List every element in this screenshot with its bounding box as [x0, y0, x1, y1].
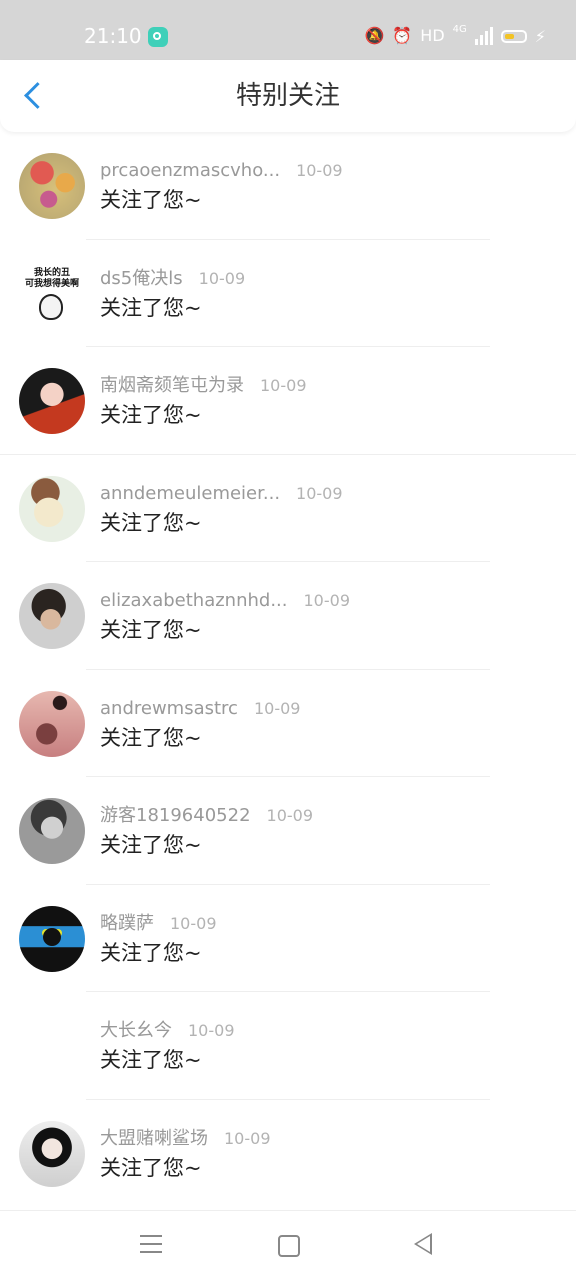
avatar[interactable] [19, 690, 85, 757]
message-text: 关注了您~ [100, 618, 202, 642]
avatar[interactable] [19, 905, 85, 972]
message-text: 关注了您~ [100, 940, 202, 965]
charging-icon: ⚡ [534, 26, 546, 46]
signal-4g-icon: 4G [452, 24, 467, 35]
username[interactable]: 南烟斋颏笔屯为录 [100, 374, 244, 398]
list-item[interactable]: prcaoenzmascvho... 10-09 关注了您~ [0, 132, 576, 240]
list-item[interactable]: 大盟赌喇鲨场 10-09 关注了您~ [0, 1100, 576, 1208]
timestamp: 10-09 [260, 376, 307, 395]
message-text: 关注了您~ [100, 1048, 202, 1072]
meme-face-icon [39, 293, 63, 320]
page-title: 特别关注 [235, 81, 340, 111]
list-item[interactable]: 我长的丑 可我想得美啊 ds5俺决ls 10-09 关注了您~ [0, 240, 576, 347]
mute-vibrate-icon: 🔕 [364, 26, 385, 45]
timestamp: 10-09 [296, 483, 343, 503]
menu-icon[interactable] [140, 1235, 162, 1253]
follow-list: prcaoenzmascvho... 10-09 关注了您~ 我长的丑 可我想得美啊… [0, 132, 576, 1207]
timestamp: 10-09 [170, 913, 217, 933]
message-text: 关注了您~ [100, 188, 202, 212]
message-text: 关注了您~ [100, 510, 202, 535]
chat-bubble-icon [148, 27, 168, 47]
timestamp: 10-09 [188, 1021, 235, 1040]
avatar[interactable] [19, 368, 85, 434]
timestamp: 10-09 [303, 591, 351, 610]
back-triangle-icon[interactable] [414, 1233, 434, 1255]
avatar[interactable] [19, 583, 85, 649]
avatar[interactable]: 我长的丑 可我想得美啊 [19, 260, 85, 327]
username[interactable]: ds5俺决ls [100, 267, 183, 291]
list-item[interactable]: 南烟斋颏笔屯为录 10-09 关注了您~ [0, 347, 576, 455]
status-time: 21:10 [84, 24, 142, 48]
username[interactable]: 大长幺今 [100, 1019, 172, 1043]
list-item[interactable]: 大长幺今 10-09 关注了您~ [0, 992, 576, 1100]
alarm-icon: ⏰ [392, 26, 413, 45]
username[interactable]: prcaoenzmascvho... [100, 159, 280, 183]
timestamp: 10-09 [198, 268, 246, 288]
battery-icon [500, 29, 527, 43]
message-text: 关注了您~ [100, 295, 202, 320]
avatar[interactable] [19, 475, 85, 542]
avatar-meme-text: 我长的丑 可我想得美啊 [24, 267, 79, 289]
username[interactable]: andrewmsastrc [100, 697, 238, 721]
avatar[interactable] [19, 798, 85, 864]
navigation-bar [0, 1210, 576, 1281]
message-text: 关注了您~ [100, 725, 202, 750]
timestamp: 10-09 [224, 1128, 271, 1148]
username[interactable]: 大盟赌喇鲨场 [100, 1127, 208, 1151]
message-text: 关注了您~ [100, 1155, 202, 1180]
timestamp: 10-09 [266, 806, 314, 825]
message-text: 关注了您~ [100, 403, 202, 427]
list-item[interactable]: 游客1819640522 10-09 关注了您~ [0, 777, 576, 885]
status-bar: 21:10 🔕 ⏰ HD 4G ⚡ [0, 0, 576, 60]
timestamp: 10-09 [253, 698, 301, 718]
list-item[interactable]: elizaxabethaznnhd... 10-09 关注了您~ [0, 562, 576, 670]
list-item[interactable]: 略蹼萨 10-09 关注了您~ [0, 885, 576, 992]
hd-icon: HD [420, 26, 445, 45]
username[interactable]: anndemeulemeier... [100, 482, 280, 506]
avatar[interactable] [19, 153, 85, 219]
signal-bars-icon [474, 27, 493, 45]
username[interactable]: 略蹼萨 [100, 912, 154, 936]
timestamp: 10-09 [296, 161, 343, 180]
list-item[interactable]: andrewmsastrc 10-09 关注了您~ [0, 670, 576, 777]
home-icon[interactable] [278, 1235, 300, 1257]
status-icons: 🔕 ⏰ HD 4G ⚡ [364, 24, 546, 48]
username[interactable]: 游客1819640522 [100, 804, 251, 828]
avatar[interactable] [19, 1120, 85, 1187]
message-text: 关注了您~ [100, 833, 202, 857]
header: 特别关注 [0, 60, 576, 132]
list-item[interactable]: anndemeulemeier... 10-09 关注了您~ [0, 455, 576, 562]
username[interactable]: elizaxabethaznnhd... [100, 589, 288, 613]
